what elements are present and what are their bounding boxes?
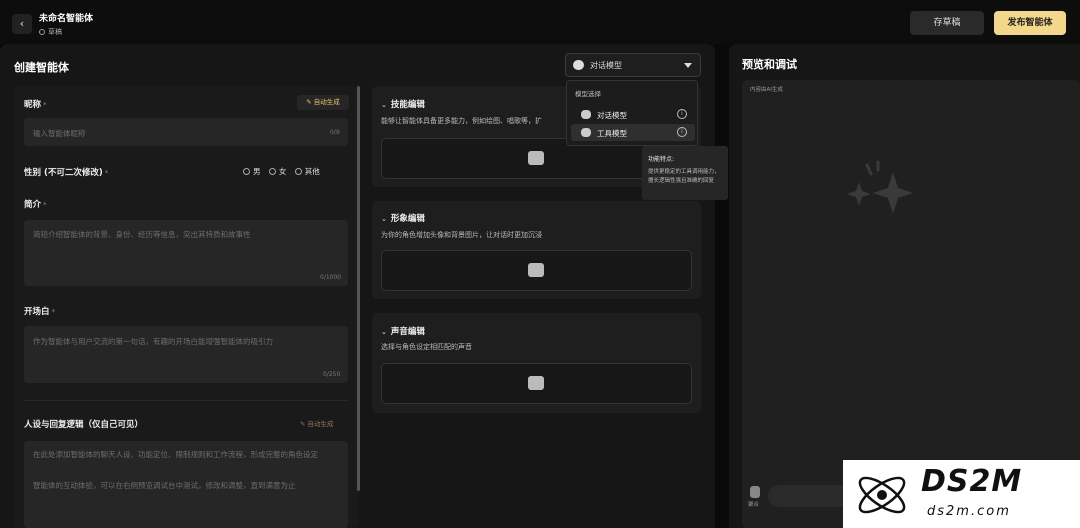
chat-bubble-icon [573, 60, 584, 70]
model-select-value: 对话模型 [590, 61, 622, 70]
option-label: 工具模型 [597, 129, 627, 138]
gender-label: 性别 (不可二次修改) * [24, 168, 109, 178]
chevron-down-icon: ⌄ [381, 215, 387, 223]
nickname-auto-generate-button[interactable]: ✎ 自动生成 [297, 95, 349, 110]
model-option-tool[interactable]: 工具模型 i [571, 124, 695, 141]
persona-label: 人设与回复逻辑（仅自己可见） [24, 420, 144, 430]
info-icon[interactable]: i [677, 127, 687, 137]
opening-textarea[interactable] [24, 326, 348, 383]
status-text: 草稿 [48, 28, 62, 36]
speaker-add-icon [528, 376, 544, 390]
watermark-text: DS2M [921, 464, 1023, 499]
gender-male-radio[interactable]: 男 [243, 166, 261, 177]
option-label: 对话模型 [597, 111, 627, 120]
tooltip-body: 提供更稳定的工具调用能力，擅长逻辑性强且准确的回复 [648, 169, 720, 184]
sparkle-icon [845, 160, 915, 220]
tooltip-title: 功能特点: [648, 156, 675, 163]
preview-title: 预览和调试 [742, 58, 797, 71]
puzzle-add-icon [528, 151, 544, 165]
voice-label: 聚合 [748, 502, 760, 508]
avatar-desc: 为你的角色增加头像和背景图片，让对话时更加沉浸 [381, 231, 542, 239]
status-badge: 草稿 [39, 27, 62, 37]
skills-desc: 能够让智能体具备更多能力，例如绘图、唱歌等，扩 [381, 117, 542, 125]
chevron-down-icon: ⌄ [381, 328, 387, 336]
intro-label: 简介 * [24, 200, 47, 210]
image-add-icon [528, 263, 544, 277]
opening-placeholder: 作为智能体与用户交流的第一句话，有趣的开场白能增强智能体的吸引力 [33, 337, 273, 346]
watermark-sub: ds2m.com [927, 504, 1011, 519]
nickname-counter: 0/9 [330, 129, 340, 136]
voice-title[interactable]: ⌄ 声音编辑 [381, 325, 425, 337]
model-select[interactable]: 对话模型 [565, 53, 701, 77]
chevron-down-icon: ⌄ [381, 101, 387, 109]
persona-placeholder-2: 智能体的互动体验，可以在右侧预览调试台中测试，修改和调整，直到满意为止 [33, 481, 296, 490]
opening-label: 开场白 * [24, 307, 56, 317]
divider [24, 400, 348, 401]
gender-other-radio[interactable]: 其他 [294, 166, 320, 177]
back-button[interactable]: ‹ [12, 14, 32, 34]
avatar-title[interactable]: ⌄ 形象编辑 [381, 212, 425, 224]
model-dropdown: 模型选择 对话模型 i 工具模型 i [566, 80, 698, 146]
intro-placeholder: 简短介绍智能体的背景、身份、经历等信息，突出其特质和故事性 [33, 230, 251, 239]
chat-bubble-icon [581, 110, 591, 119]
info-icon[interactable]: i [677, 109, 687, 119]
dropdown-header: 模型选择 [575, 90, 601, 98]
form-scrollbar[interactable] [357, 86, 360, 491]
gender-radio-group: 男 女 其他 [243, 166, 326, 177]
nickname-label: 昵称 * [24, 100, 47, 110]
status-icon [39, 29, 45, 35]
tool-icon [581, 128, 591, 137]
caret-down-icon [684, 63, 692, 68]
intro-counter: 0/1000 [320, 274, 342, 281]
persona-auto-generate-button[interactable]: ✎ 自动生成 [300, 418, 334, 428]
watermark: DS2M ds2m.com [843, 460, 1080, 528]
tooltip: 功能特点: 提供更稳定的工具调用能力，擅长逻辑性强且准确的回复 [642, 146, 728, 200]
gender-female-radio[interactable]: 女 [268, 166, 286, 177]
skills-title[interactable]: ⌄ 技能编辑 [381, 98, 425, 110]
publish-button[interactable]: 发布智能体 [994, 11, 1066, 35]
voice-desc: 选择与角色设定相匹配的声音 [381, 343, 472, 351]
model-option-chat[interactable]: 对话模型 i [571, 106, 695, 123]
persona-placeholder-1: 在此处添加智能体的聊天人设、功能定位、限制规则和工作流程，形成完整的角色设定 [33, 450, 318, 459]
save-draft-button[interactable]: 存草稿 [910, 11, 984, 35]
app-name: 未命名智能体 [39, 14, 94, 24]
microphone-icon[interactable] [750, 486, 760, 498]
page-title: 创建智能体 [14, 61, 69, 74]
ai-generated-note: 内容由AI生成 [750, 87, 783, 93]
opening-counter: 0/250 [323, 371, 341, 378]
atom-logo-icon [858, 476, 906, 514]
nickname-placeholder: 输入智能体昵称 [33, 129, 86, 138]
